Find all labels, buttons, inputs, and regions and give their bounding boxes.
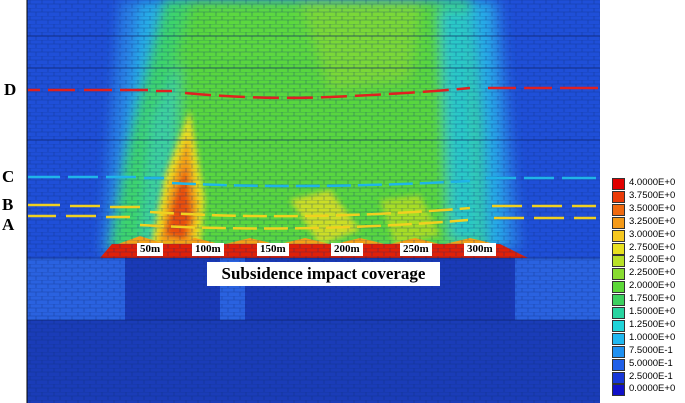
legend-swatch bbox=[612, 384, 625, 397]
legend-item: 1.0000E+0 bbox=[612, 331, 685, 345]
legend-swatch bbox=[612, 307, 625, 319]
distance-marker: 50m bbox=[137, 243, 164, 256]
legend-value: 2.2500E+0 bbox=[629, 267, 676, 279]
distance-marker: 100m bbox=[192, 243, 224, 256]
legend-value: 1.0000E+0 bbox=[629, 331, 676, 343]
legend-item: 3.5000E+0 bbox=[612, 202, 685, 216]
legend-value: 4.0000E+0 bbox=[629, 177, 676, 188]
layer-label-b: B bbox=[2, 195, 14, 214]
legend-swatch bbox=[612, 229, 625, 242]
legend-item: 3.0000E+0 bbox=[612, 228, 685, 242]
legend-value: 2.5000E-1 bbox=[629, 370, 673, 382]
legend-swatch bbox=[612, 371, 625, 384]
legend-item: 0.0000E+0 bbox=[612, 383, 685, 397]
distance-marker: 250m bbox=[400, 243, 432, 256]
legend-swatch bbox=[612, 294, 625, 307]
legend-item: 7.5000E-1 bbox=[612, 344, 685, 358]
legend-swatch bbox=[612, 281, 625, 294]
legend-item: 2.0000E+0 bbox=[612, 280, 685, 294]
legend-swatch bbox=[612, 190, 625, 203]
legend-value: 2.5000E+0 bbox=[629, 254, 676, 266]
legend-value: 0.0000E+0 bbox=[629, 383, 676, 395]
legend-swatch bbox=[612, 319, 625, 332]
legend-value: 2.0000E+0 bbox=[629, 280, 676, 292]
legend-item: 1.5000E+0 bbox=[612, 306, 685, 319]
legend-swatch bbox=[612, 255, 625, 268]
subsidence-coverage-label: Subsidence impact coverage bbox=[207, 262, 440, 286]
layer-label-d: D bbox=[4, 80, 17, 99]
legend-item: 3.2500E+0 bbox=[612, 215, 685, 229]
legend-item: 4.0000E+0 bbox=[612, 177, 685, 190]
legend-item: 2.5000E+0 bbox=[612, 254, 685, 268]
layer-label-c: C bbox=[2, 167, 15, 186]
legend-item: 2.7500E+0 bbox=[612, 241, 685, 255]
legend-item: 1.7500E+0 bbox=[612, 293, 685, 307]
legend-swatch bbox=[612, 268, 625, 281]
legend-swatch bbox=[612, 358, 625, 371]
legend-value: 1.2500E+0 bbox=[629, 318, 676, 330]
numerical-model-plot bbox=[26, 0, 600, 403]
legend-item: 3.7500E+0 bbox=[612, 189, 685, 203]
legend-value: 3.0000E+0 bbox=[629, 228, 676, 240]
legend-value: 3.7500E+0 bbox=[629, 189, 676, 201]
legend-swatch bbox=[612, 203, 625, 216]
legend-swatch bbox=[612, 178, 625, 190]
distance-marker: 150m bbox=[257, 243, 289, 256]
legend-item: 5.0000E-1 bbox=[612, 357, 685, 371]
layer-label-a: A bbox=[2, 215, 15, 234]
legend-value: 3.5000E+0 bbox=[629, 202, 676, 214]
legend-value: 1.7500E+0 bbox=[629, 293, 676, 305]
legend-swatch bbox=[612, 216, 625, 229]
legend-item: 2.2500E+0 bbox=[612, 267, 685, 281]
legend-value: 1.5000E+0 bbox=[629, 306, 676, 317]
legend-value: 3.2500E+0 bbox=[629, 215, 676, 227]
legend-item: 1.2500E+0 bbox=[612, 318, 685, 332]
legend-item: 2.5000E-1 bbox=[612, 370, 685, 384]
legend-value: 7.5000E-1 bbox=[629, 344, 673, 356]
legend-swatch bbox=[612, 332, 625, 345]
legend-value: 2.7500E+0 bbox=[629, 241, 676, 253]
legend-swatch bbox=[612, 345, 625, 358]
legend-value: 5.0000E-1 bbox=[629, 357, 673, 369]
distance-marker: 300m bbox=[464, 243, 496, 256]
legend-swatch bbox=[612, 242, 625, 255]
distance-marker: 200m bbox=[331, 243, 363, 256]
